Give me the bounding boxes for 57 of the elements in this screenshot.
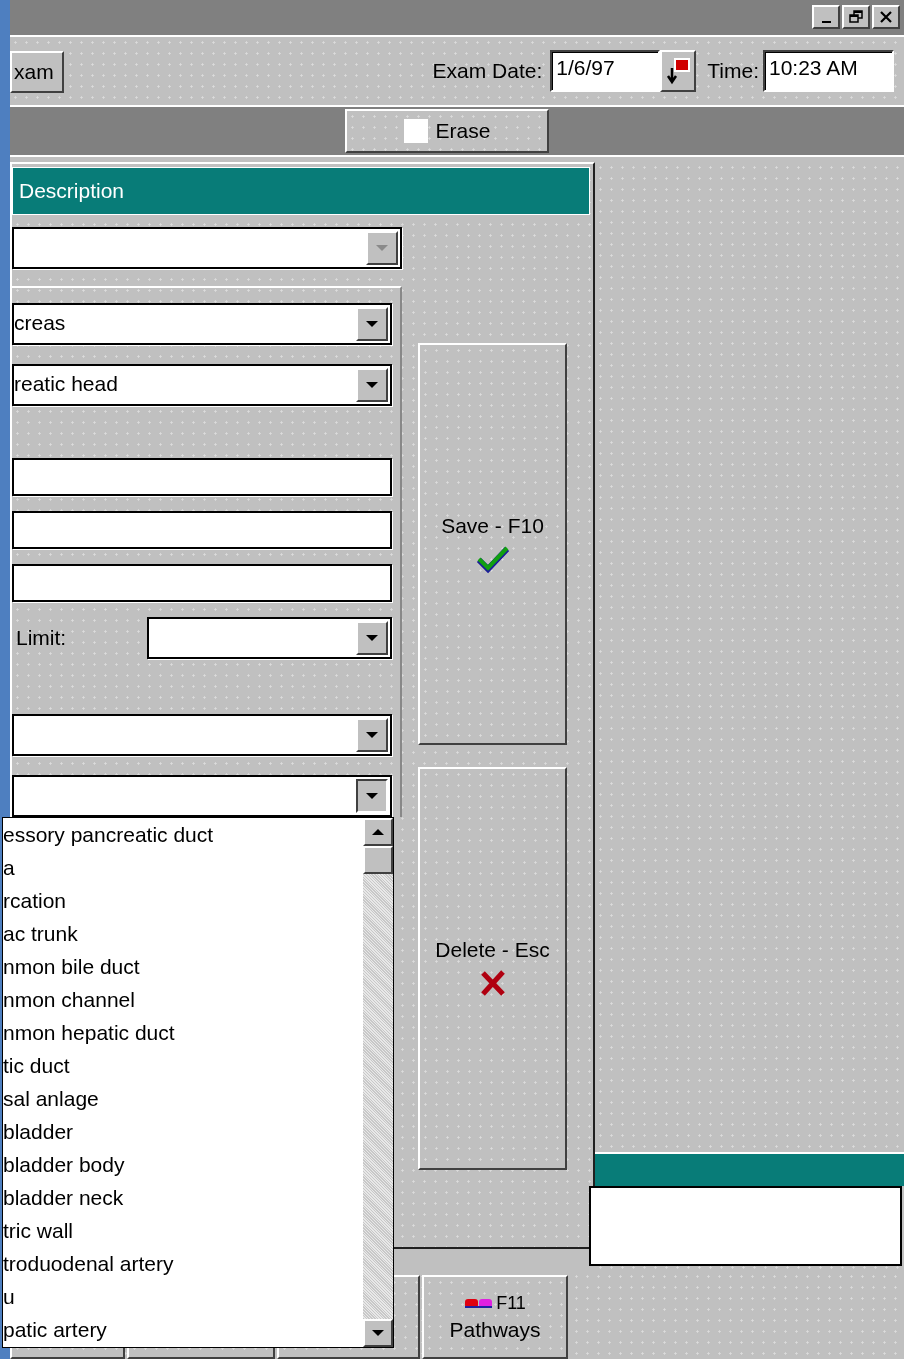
list-option[interactable]: nmon bile duct — [3, 949, 363, 983]
pathways-button[interactable]: F11 Pathways — [422, 1275, 568, 1359]
scroll-up-icon — [371, 826, 385, 837]
text-field[interactable] — [12, 563, 392, 602]
text-field[interactable] — [12, 510, 392, 549]
dropdown-arrow-icon — [364, 632, 380, 643]
save-button[interactable]: Save - F10 — [418, 342, 567, 745]
text-area[interactable] — [589, 1185, 902, 1266]
dropdown-arrow-icon — [374, 242, 390, 253]
dropdown[interactable] — [12, 713, 392, 756]
list-option[interactable]: rcation — [3, 883, 363, 917]
limit-label: Limit: — [15, 625, 68, 650]
list-option[interactable]: essory pancreatic duct — [3, 817, 363, 851]
close-button[interactable] — [872, 5, 900, 30]
time-label: Time: — [707, 58, 759, 83]
dropdown-arrow-icon — [364, 379, 380, 390]
scroll-down-icon — [371, 1327, 385, 1338]
list-option[interactable]: bladder neck — [3, 1180, 363, 1214]
list-option[interactable]: nmon channel — [3, 982, 363, 1016]
dropdown-arrow-icon — [364, 729, 380, 740]
list-option[interactable]: tic duct — [3, 1048, 363, 1082]
close-icon — [879, 10, 893, 25]
calendar-icon — [664, 55, 693, 86]
panel-header: Description — [12, 166, 590, 215]
exam-button[interactable]: xam — [10, 50, 64, 93]
time-field[interactable]: 10:23 AM — [763, 49, 894, 92]
restore-icon — [849, 10, 863, 25]
exam-date-field[interactable]: 1/6/97 — [550, 49, 661, 92]
delete-button[interactable]: Delete - Esc — [418, 766, 567, 1170]
text-field[interactable] — [12, 457, 392, 496]
list-option[interactable]: tric wall — [3, 1213, 363, 1247]
list-option[interactable]: sal anlage — [3, 1081, 363, 1115]
scrollbar[interactable] — [363, 817, 393, 1347]
list-option[interactable]: bladder body — [3, 1147, 363, 1181]
dropdown[interactable] — [147, 616, 392, 659]
exam-date-label: Exam Date: — [432, 58, 543, 83]
list-option[interactable]: bladder — [3, 1114, 363, 1148]
calendar-button[interactable] — [660, 49, 697, 92]
pathways-label: Pathways — [449, 1317, 541, 1342]
scroll-thumb[interactable] — [363, 845, 393, 874]
list-option[interactable]: patic artery — [3, 1312, 363, 1346]
dropdown[interactable] — [12, 774, 392, 817]
minimize-icon — [821, 21, 831, 23]
list-option[interactable]: troduodenal artery — [3, 1246, 363, 1280]
minimize-button[interactable] — [812, 5, 840, 30]
dropdown-arrow-icon — [364, 318, 380, 329]
list-option[interactable]: nmon hepatic duct — [3, 1015, 363, 1049]
dropdown[interactable]: reatic head — [12, 363, 392, 406]
list-option[interactable]: u — [3, 1279, 363, 1313]
dropdown-arrow-icon — [364, 790, 380, 801]
list-option[interactable]: a — [3, 850, 363, 884]
erase-button[interactable]: Erase — [345, 108, 549, 153]
restore-button[interactable] — [842, 5, 870, 30]
shortcut-key: F11 — [496, 1292, 526, 1314]
list-option[interactable]: ac trunk — [3, 916, 363, 950]
dropdown[interactable]: creas — [12, 302, 392, 345]
pills-icon — [464, 1296, 495, 1310]
